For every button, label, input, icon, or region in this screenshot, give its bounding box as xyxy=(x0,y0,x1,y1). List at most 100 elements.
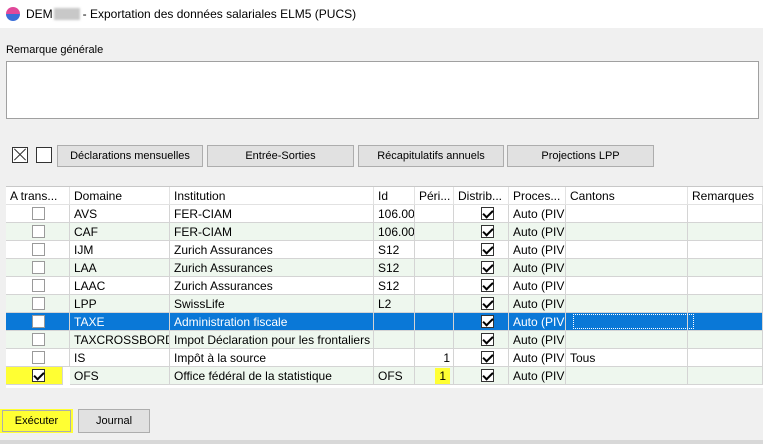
distrib-checkbox[interactable] xyxy=(481,225,494,238)
cell-periode[interactable] xyxy=(415,223,454,241)
distrib-checkbox[interactable] xyxy=(481,297,494,310)
cell-institution[interactable]: Impôt à la source xyxy=(170,349,374,367)
cell-institution[interactable]: Office fédéral de la statistique xyxy=(170,367,374,385)
transfer-checkbox[interactable] xyxy=(32,369,45,382)
cell-id[interactable]: 106.00 xyxy=(374,223,415,241)
table-row[interactable]: OFS Office fédéral de la statistique OFS 1 A… xyxy=(6,367,763,385)
entries-exits-button[interactable]: Entrée-Sorties xyxy=(207,145,354,167)
distrib-checkbox[interactable] xyxy=(481,279,494,292)
cell-id[interactable] xyxy=(374,331,415,349)
lpp-projections-button[interactable]: Projections LPP xyxy=(507,145,654,167)
cell-domaine[interactable]: LPP xyxy=(70,295,170,313)
cell-cantons[interactable] xyxy=(566,367,688,385)
transfer-checkbox[interactable] xyxy=(32,261,45,274)
cell-id[interactable]: OFS xyxy=(374,367,415,385)
journal-button[interactable]: Journal xyxy=(78,409,150,433)
cell-remarques[interactable] xyxy=(688,349,763,367)
select-none-checkbox[interactable] xyxy=(36,147,52,163)
transfer-checkbox[interactable] xyxy=(32,225,45,238)
cell-remarques[interactable] xyxy=(688,367,763,385)
transfer-checkbox[interactable] xyxy=(32,351,45,364)
cell-domaine[interactable]: LAA xyxy=(70,259,170,277)
cell-cantons[interactable] xyxy=(566,241,688,259)
transfer-checkbox[interactable] xyxy=(32,279,45,292)
cell-process[interactable]: Auto (PIV xyxy=(509,331,566,349)
cell-institution[interactable]: Administration fiscale xyxy=(170,313,374,331)
cell-domaine[interactable]: AVS xyxy=(70,205,170,223)
cell-cantons[interactable] xyxy=(566,331,688,349)
cell-id[interactable]: S12 xyxy=(374,277,415,295)
cell-remarques[interactable] xyxy=(688,313,763,331)
cell-periode[interactable]: 1 xyxy=(415,349,454,367)
annual-summaries-button[interactable]: Récapitulatifs annuels xyxy=(358,145,504,167)
cell-domaine[interactable]: TAXCROSSBORDER xyxy=(70,331,170,349)
header-process[interactable]: Proces... xyxy=(509,187,566,205)
transfer-checkbox[interactable] xyxy=(32,243,45,256)
cell-remarques[interactable] xyxy=(688,223,763,241)
table-row[interactable]: CAF FER-CIAM 106.00 Auto (PIV xyxy=(6,223,763,241)
table-row[interactable]: LPP SwissLife L2 Auto (PIV xyxy=(6,295,763,313)
cell-institution[interactable]: Zurich Assurances xyxy=(170,241,374,259)
table-row[interactable]: IJM Zurich Assurances S12 Auto (PIV xyxy=(6,241,763,259)
cell-id[interactable]: 106.00 xyxy=(374,205,415,223)
cell-institution[interactable]: Zurich Assurances xyxy=(170,259,374,277)
cell-cantons[interactable] xyxy=(566,259,688,277)
header-id[interactable]: Id xyxy=(374,187,415,205)
transfer-checkbox[interactable] xyxy=(32,333,45,346)
cell-process[interactable]: Auto (PIV xyxy=(509,205,566,223)
transfer-checkbox[interactable] xyxy=(32,315,45,328)
cell-domaine[interactable]: IJM xyxy=(70,241,170,259)
cell-periode[interactable] xyxy=(415,277,454,295)
cell-remarques[interactable] xyxy=(688,205,763,223)
cell-id[interactable]: S12 xyxy=(374,241,415,259)
cell-cantons[interactable] xyxy=(566,205,688,223)
cell-periode[interactable] xyxy=(415,295,454,313)
header-transfer[interactable]: A trans... xyxy=(6,187,70,205)
cell-process[interactable]: Auto (PIV xyxy=(509,241,566,259)
distrib-checkbox[interactable] xyxy=(481,243,494,256)
distrib-checkbox[interactable] xyxy=(481,369,494,382)
distrib-checkbox[interactable] xyxy=(481,351,494,364)
cell-process[interactable]: Auto (PIV xyxy=(509,367,566,385)
cell-process[interactable]: Auto (PIV xyxy=(509,295,566,313)
table-row[interactable]: LAAC Zurich Assurances S12 Auto (PIV xyxy=(6,277,763,295)
table-row[interactable]: TAXE Administration fiscale Auto (PIV xyxy=(6,313,763,331)
table-row[interactable]: IS Impôt à la source 1 Auto (PIV Tous xyxy=(6,349,763,367)
cell-cantons[interactable]: Tous xyxy=(566,349,688,367)
cell-remarques[interactable] xyxy=(688,241,763,259)
header-institution[interactable]: Institution xyxy=(170,187,374,205)
cell-remarques[interactable] xyxy=(688,295,763,313)
remark-textarea[interactable] xyxy=(6,61,759,119)
cell-process[interactable]: Auto (PIV xyxy=(509,277,566,295)
select-all-checkbox[interactable] xyxy=(12,147,28,163)
cell-id[interactable]: S12 xyxy=(374,259,415,277)
cell-process[interactable]: Auto (PIV xyxy=(509,259,566,277)
table-row[interactable]: TAXCROSSBORDER Impot Déclaration pour les… xyxy=(6,331,763,349)
cell-cantons[interactable] xyxy=(566,295,688,313)
cell-remarques[interactable] xyxy=(688,331,763,349)
cell-domaine[interactable]: CAF xyxy=(70,223,170,241)
header-cantons[interactable]: Cantons xyxy=(566,187,688,205)
header-periode[interactable]: Péri... xyxy=(415,187,454,205)
distrib-checkbox[interactable] xyxy=(481,207,494,220)
header-domaine[interactable]: Domaine xyxy=(70,187,170,205)
cell-remarques[interactable] xyxy=(688,259,763,277)
cell-cantons[interactable] xyxy=(566,223,688,241)
distrib-checkbox[interactable] xyxy=(481,261,494,274)
cell-institution[interactable]: FER-CIAM xyxy=(170,223,374,241)
cell-periode[interactable] xyxy=(415,259,454,277)
cell-domaine[interactable]: TAXE xyxy=(70,313,170,331)
distrib-checkbox[interactable] xyxy=(481,315,494,328)
cell-institution[interactable]: Zurich Assurances xyxy=(170,277,374,295)
cell-id[interactable]: L2 xyxy=(374,295,415,313)
cell-process[interactable]: Auto (PIV xyxy=(509,223,566,241)
cell-domaine[interactable]: LAAC xyxy=(70,277,170,295)
header-remarques[interactable]: Remarques xyxy=(688,187,763,205)
table-row[interactable]: AVS FER-CIAM 106.00 Auto (PIV xyxy=(6,205,763,223)
cell-institution[interactable]: FER-CIAM xyxy=(170,205,374,223)
cell-periode[interactable] xyxy=(415,241,454,259)
cell-institution[interactable]: SwissLife xyxy=(170,295,374,313)
cell-periode[interactable] xyxy=(415,205,454,223)
execute-button[interactable]: Exécuter xyxy=(0,409,73,433)
monthly-declarations-button[interactable]: Déclarations mensuelles xyxy=(57,145,203,167)
